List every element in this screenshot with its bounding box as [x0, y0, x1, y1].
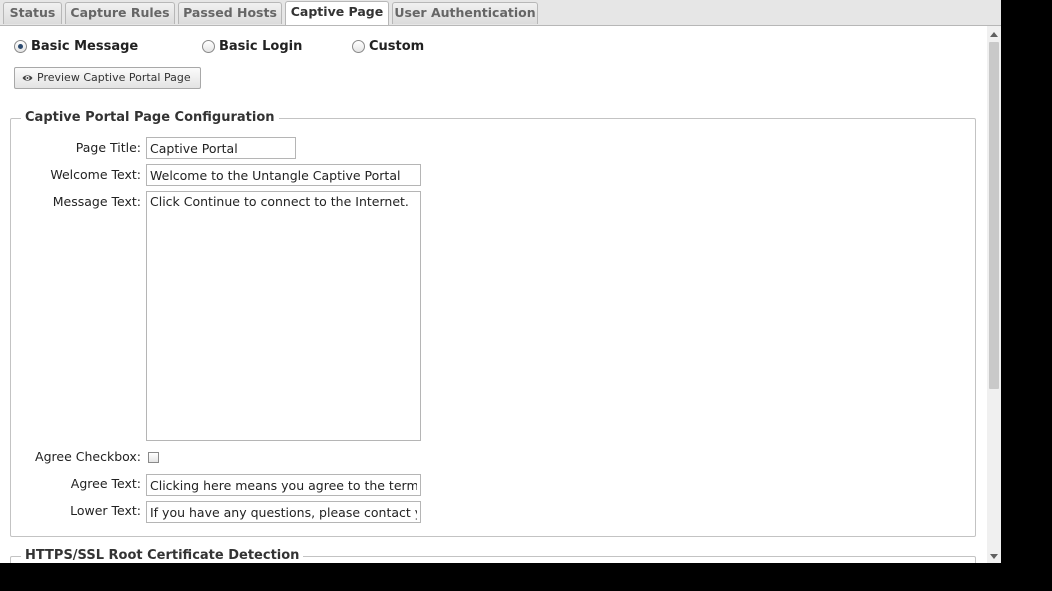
tab-user-authentication[interactable]: User Authentication: [392, 2, 538, 24]
tab-status[interactable]: Status: [3, 2, 62, 24]
radio-custom-label: Custom: [369, 39, 425, 54]
tab-bar: Status Capture Rules Passed Hosts Captiv…: [0, 0, 1001, 26]
scrollbar-thumb[interactable]: [989, 42, 999, 389]
message-text-textarea[interactable]: Click Continue to connect to the Interne…: [146, 191, 421, 441]
vertical-scrollbar[interactable]: [987, 26, 1001, 563]
welcome-text-label: Welcome Text:: [50, 167, 141, 182]
page-title-label: Page Title:: [75, 140, 141, 155]
message-text-label: Message Text:: [52, 194, 141, 209]
preview-button-label: Preview Captive Portal Page: [37, 71, 191, 84]
lower-text-label: Lower Text:: [70, 503, 141, 518]
tab-captive-page[interactable]: Captive Page: [285, 1, 389, 25]
fieldset-legend: Captive Portal Page Configuration: [21, 109, 279, 127]
radio-checked-icon[interactable]: [14, 40, 27, 53]
radio-basic-message[interactable]: Basic Message: [14, 38, 144, 56]
radio-basic-login[interactable]: Basic Login: [202, 38, 312, 56]
radio-basic-message-label: Basic Message: [31, 39, 139, 54]
scroll-down-arrow-icon[interactable]: [990, 554, 998, 559]
tab-passed-hosts[interactable]: Passed Hosts: [178, 2, 282, 24]
fieldset-legend: HTTPS/SSL Root Certificate Detection: [21, 547, 304, 563]
agree-text-input[interactable]: [146, 474, 421, 496]
page-title-input[interactable]: [146, 137, 296, 159]
tab-capture-rules[interactable]: Capture Rules: [65, 2, 175, 24]
agree-checkbox[interactable]: [148, 452, 159, 463]
eye-icon: [22, 75, 33, 81]
radio-unchecked-icon[interactable]: [352, 40, 365, 53]
preview-captive-portal-button[interactable]: Preview Captive Portal Page: [14, 67, 201, 89]
agree-text-label: Agree Text:: [70, 476, 141, 491]
https-ssl-root-certificate-detection: HTTPS/SSL Root Certificate Detection: [10, 547, 976, 563]
captive-portal-settings: Status Capture Rules Passed Hosts Captiv…: [0, 0, 1001, 563]
lower-text-input[interactable]: [146, 501, 421, 523]
agree-checkbox-label: Agree Checkbox:: [35, 449, 141, 464]
radio-custom[interactable]: Custom: [352, 38, 442, 56]
radio-unchecked-icon[interactable]: [202, 40, 215, 53]
scroll-up-arrow-icon[interactable]: [990, 32, 998, 37]
captive-portal-page-configuration: Captive Portal Page Configuration Page T…: [10, 109, 976, 537]
welcome-text-input[interactable]: [146, 164, 421, 186]
radio-basic-login-label: Basic Login: [219, 39, 303, 54]
